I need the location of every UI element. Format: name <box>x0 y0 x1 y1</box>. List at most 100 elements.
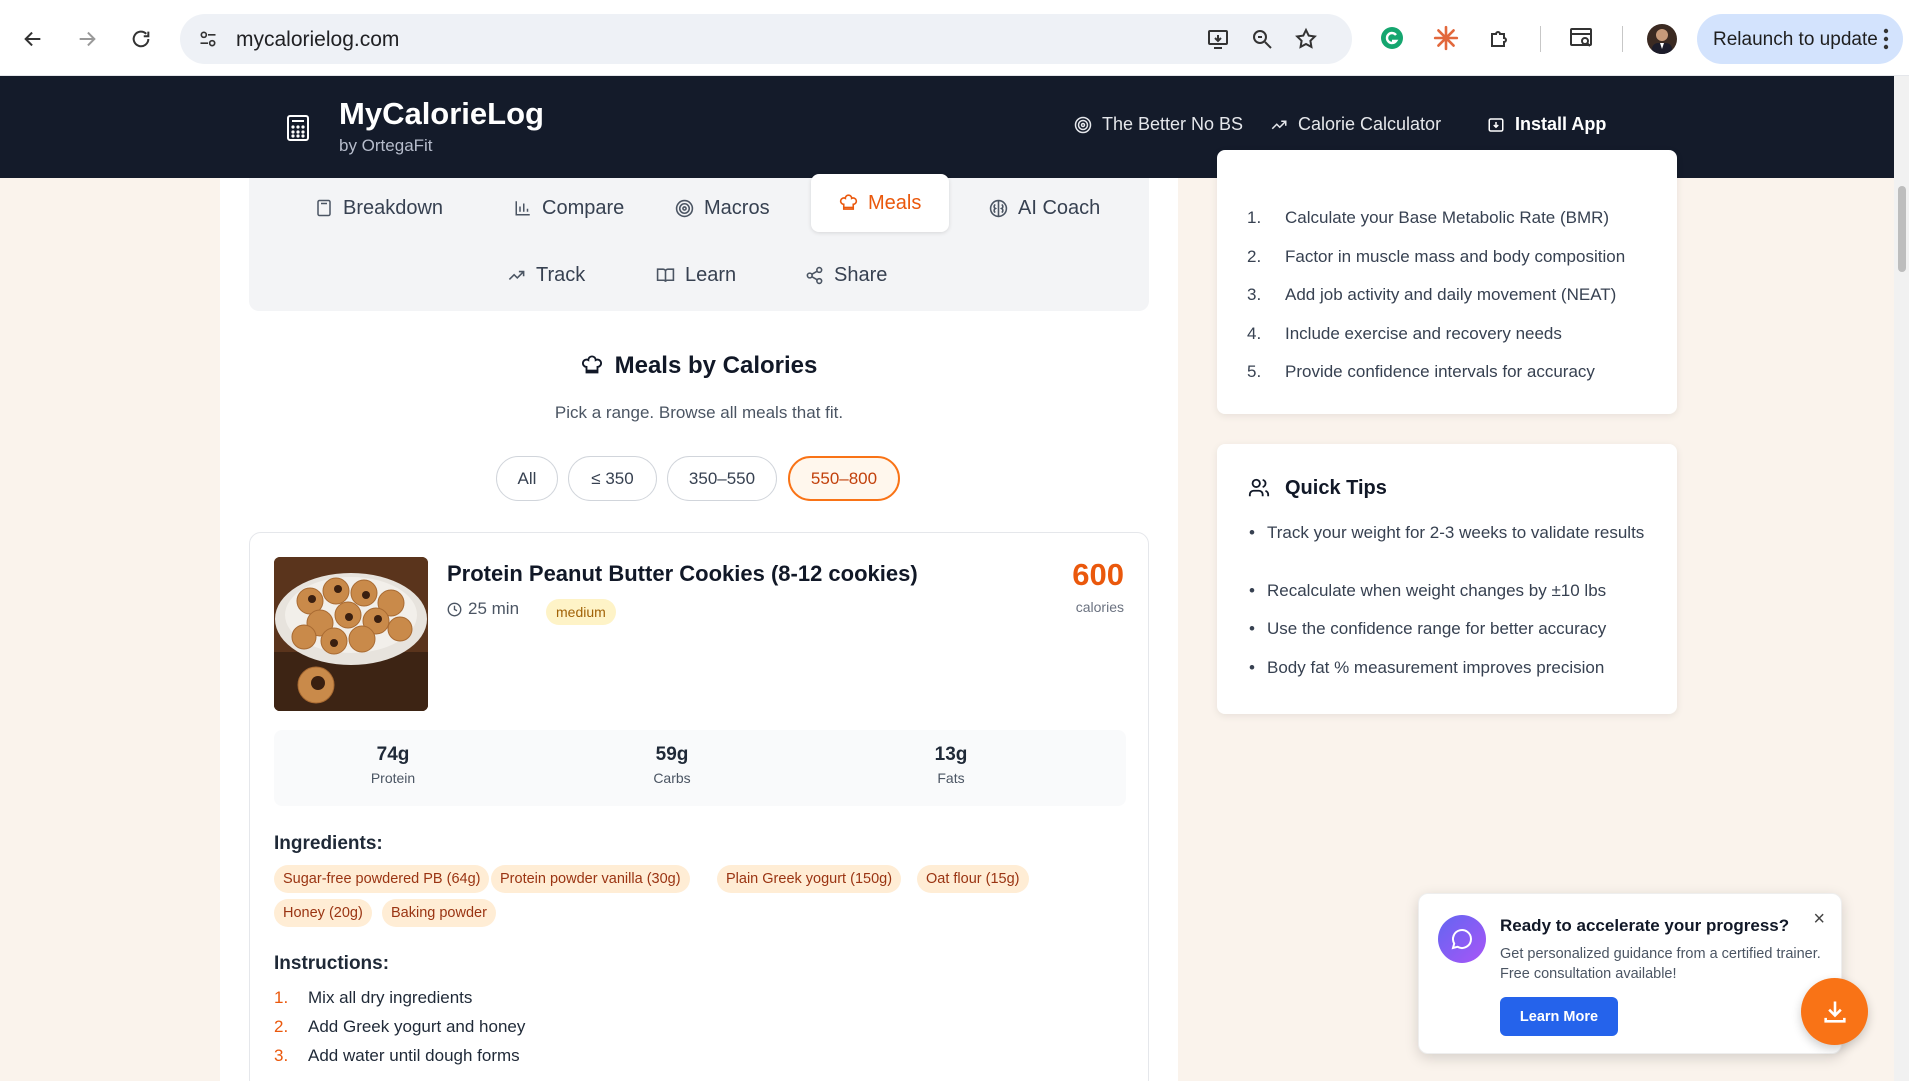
install-icon <box>1488 117 1504 132</box>
zoom-icon[interactable] <box>1250 27 1274 51</box>
brand-byline: by OrtegaFit <box>339 136 433 155</box>
how-step: 2. Factor in muscle mass and body composi… <box>1247 247 1625 267</box>
step-text: Calculate your Base Metabolic Rate (BMR) <box>1285 208 1610 227</box>
meals-section-subtitle: Pick a range. Browse all meals that fit. <box>554 403 844 422</box>
tab-ai-coach[interactable]: AI Coach <box>989 182 1100 234</box>
chef-hat-icon <box>839 193 858 210</box>
toolbar-divider <box>1622 26 1623 52</box>
step-number: 4. <box>1247 324 1262 343</box>
share-icon <box>806 266 823 284</box>
tip-item: • Use the confidence range for better acc… <box>1249 617 1649 641</box>
chef-hat-icon <box>581 355 602 374</box>
step-number: 2. <box>1247 247 1262 266</box>
tab-label: Share <box>834 263 888 286</box>
ingredient-tag: Baking powder <box>382 899 496 927</box>
tip-item: • Track your weight for 2-3 weeks to vali… <box>1249 521 1649 545</box>
step-text: Mix all dry ingredients <box>308 988 473 1007</box>
brain-icon <box>989 199 1008 217</box>
trainer-promo-popup: Ready to accelerate your progress? Get p… <box>1418 893 1842 1054</box>
filter-550-800[interactable]: 550–800 <box>788 456 900 501</box>
scrollbar-thumb[interactable] <box>1898 186 1906 272</box>
bookmark-star-icon[interactable] <box>1294 27 1318 51</box>
site-settings-icon[interactable] <box>198 29 218 49</box>
step-text: Add job activity and daily movement (NEA… <box>1285 285 1617 304</box>
download-fab-button[interactable] <box>1801 978 1868 1045</box>
instruction-step: 3. Add water until dough forms <box>274 1046 520 1066</box>
filter-all[interactable]: All <box>496 456 558 501</box>
reload-button[interactable] <box>124 22 158 56</box>
meal-name: Protein Peanut Butter Cookies (8-12 cook… <box>447 561 918 586</box>
grammarly-extension-icon[interactable] <box>1378 24 1406 52</box>
step-number: 3. <box>1247 285 1262 304</box>
download-icon <box>1823 1001 1846 1023</box>
tab-label: Breakdown <box>343 196 444 219</box>
macro-value: 74g <box>376 744 410 765</box>
learn-more-button[interactable]: Learn More <box>1500 997 1618 1036</box>
macro-value: 13g <box>934 744 968 765</box>
how-step: 4. Include exercise and recovery needs <box>1247 324 1562 344</box>
calculator-icon <box>317 199 331 217</box>
tip-text: Use the confidence range for better accu… <box>1267 619 1607 638</box>
quick-tips-card: Quick Tips • Track your weight for 2-3 we… <box>1217 444 1677 714</box>
profile-avatar[interactable] <box>1647 24 1677 54</box>
macro-carbs: 59g Carbs <box>572 744 772 786</box>
step-text: Add Greek yogurt and honey <box>308 1017 526 1036</box>
macro-fats: 13g Fats <box>851 744 1051 786</box>
tab-track[interactable]: Track <box>507 249 585 301</box>
browser-toolbar: mycalorielog.com Relaunch to update <box>0 0 1909 76</box>
tab-label: AI Coach <box>1018 196 1101 219</box>
relaunch-update-button[interactable]: Relaunch to update <box>1697 14 1903 64</box>
macro-label: Fats <box>937 770 965 786</box>
step-text: Add water until dough forms <box>308 1046 520 1065</box>
meal-photo <box>274 557 428 711</box>
tab-compare[interactable]: Compare <box>514 182 624 234</box>
tab-label: Meals <box>868 191 922 214</box>
step-text: Provide confidence intervals for accurac… <box>1285 362 1595 381</box>
filter-350-550[interactable]: 350–550 <box>667 456 777 501</box>
url-text[interactable]: mycalorielog.com <box>236 28 399 52</box>
how-step: 3. Add job activity and daily movement (N… <box>1247 285 1616 305</box>
toolbar-divider <box>1540 26 1541 52</box>
install-app-button[interactable]: Install App <box>1487 114 1606 135</box>
claude-extension-icon[interactable] <box>1432 24 1460 52</box>
tab-label: Macros <box>704 196 770 219</box>
install-page-icon[interactable] <box>1206 27 1230 51</box>
meals-section-title: Meals by Calories <box>220 352 1178 380</box>
nav-label: Calorie Calculator <box>1298 114 1442 134</box>
ingredient-tag: Protein powder vanilla (30g) <box>491 865 690 893</box>
calculator-logo-icon[interactable] <box>286 114 310 142</box>
tab-search-icon[interactable] <box>1568 24 1596 52</box>
ingredient-tag: Sugar-free powdered PB (64g) <box>274 865 490 893</box>
macro-label: Carbs <box>653 770 691 786</box>
target-icon <box>675 199 694 217</box>
popup-title: Ready to accelerate your progress? <box>1500 916 1790 935</box>
tab-meals[interactable]: Meals <box>811 174 950 232</box>
meal-calories: 600 <box>1072 557 1124 592</box>
tip-text: Recalculate when weight changes by ±10 l… <box>1267 581 1607 600</box>
brand-title[interactable]: MyCalorieLog <box>339 96 544 132</box>
meal-time: 25 min <box>447 599 519 619</box>
back-button[interactable] <box>16 22 50 56</box>
address-bar[interactable]: mycalorielog.com <box>180 14 1352 64</box>
tip-text: Body fat % measurement improves precisio… <box>1267 658 1605 677</box>
tab-learn[interactable]: Learn <box>656 249 736 301</box>
nav-the-better-no-bs[interactable]: The Better No BS <box>1074 114 1243 135</box>
how-step: 1. Calculate your Base Metabolic Rate (BM… <box>1247 208 1609 228</box>
tab-macros[interactable]: Macros <box>675 182 770 234</box>
close-icon[interactable]: × <box>1813 908 1825 931</box>
how-step: 5. Provide confidence intervals for accur… <box>1247 362 1595 382</box>
more-menu-icon[interactable] <box>1883 28 1889 50</box>
ingredient-tag: Plain Greek yogurt (150g) <box>717 865 902 893</box>
tab-breakdown[interactable]: Breakdown <box>315 182 443 234</box>
instructions-heading: Instructions: <box>274 953 390 974</box>
popup-text: Get personalized guidance from a certifi… <box>1500 946 1821 982</box>
forward-arrow-icon <box>79 31 96 47</box>
filter-under-350[interactable]: ≤ 350 <box>568 456 657 501</box>
nav-calorie-calculator[interactable]: Calorie Calculator <box>1270 114 1441 135</box>
tab-share[interactable]: Share <box>805 249 887 301</box>
extensions-puzzle-icon[interactable] <box>1486 24 1514 52</box>
back-arrow-icon <box>24 31 41 47</box>
trend-icon <box>1271 120 1287 129</box>
ingredient-tag: Honey (20g) <box>274 899 372 927</box>
forward-button[interactable] <box>70 22 104 56</box>
